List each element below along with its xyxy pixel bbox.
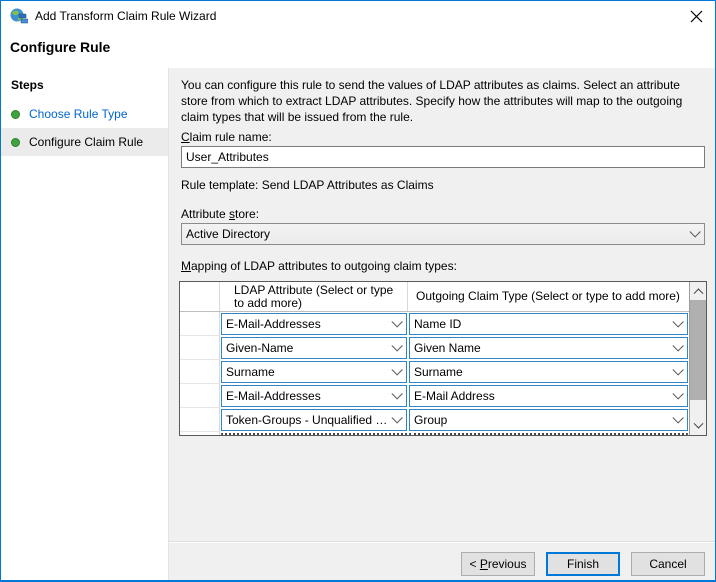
outgoing-claim-column-header[interactable]: Outgoing Claim Type (Select or type to a… [408,282,689,311]
table-row: Given-Name Given Name [180,336,689,360]
chevron-down-icon [391,388,402,399]
table-row: Token-Groups - Unqualified Names Group [180,408,689,432]
close-icon [690,10,703,23]
chevron-down-icon [391,364,402,375]
outgoing-claim-type-select[interactable]: Given Name [409,337,688,359]
chevron-down-icon [672,388,683,399]
rule-description: You can configure this rule to send the … [181,77,707,125]
table-header-row: LDAP Attribute (Select or type to add mo… [180,282,689,312]
chevron-down-icon [689,226,700,237]
attribute-store-label: Attribute store: [181,207,259,221]
ldap-attribute-select[interactable]: Token-Groups - Unqualified Names [221,409,407,431]
rule-template-text: Rule template: Send LDAP Attributes as C… [181,178,434,192]
step-bullet-icon [11,110,20,119]
outgoing-claim-type-select[interactable]: E-Mail Address [409,385,688,407]
outgoing-claim-type-select[interactable]: Surname [409,361,688,383]
new-row-claim-cell[interactable] [409,433,688,435]
title-bar: Add Transform Claim Rule Wizard [1,1,715,31]
page-header: Configure Rule [1,31,715,68]
ldap-attribute-select[interactable]: Given-Name [221,337,407,359]
row-selector-cell[interactable] [180,384,220,408]
step-label: Choose Rule Type [29,107,128,121]
chevron-down-icon [672,316,683,327]
new-row-ldap-cell[interactable] [221,433,407,435]
mapping-label: Mapping of LDAP attributes to outgoing c… [181,259,457,273]
mapping-table: LDAP Attribute (Select or type to add mo… [179,281,707,436]
table-row: E-Mail-Addresses Name ID [180,312,689,336]
ldap-attribute-column-header[interactable]: LDAP Attribute (Select or type to add mo… [220,282,408,311]
scrollbar-track[interactable] [690,401,706,418]
chevron-down-icon [391,316,402,327]
row-selector-cell[interactable] [180,336,220,360]
outgoing-claim-type-select[interactable]: Name ID [409,313,688,335]
wizard-dialog: Add Transform Claim Rule Wizard Configur… [0,0,716,582]
scroll-down-icon [693,419,703,429]
step-label: Configure Claim Rule [29,135,143,149]
table-row: E-Mail-Addresses E-Mail Address [180,384,689,408]
scroll-up-icon [693,288,703,298]
finish-button[interactable]: Finish [546,552,620,576]
steps-sidebar: Steps Choose Rule Type Configure Claim R… [1,68,169,581]
ldap-attribute-select[interactable]: E-Mail-Addresses [221,313,407,335]
step-bullet-icon [11,138,20,147]
chevron-down-icon [672,340,683,351]
steps-heading: Steps [1,74,168,100]
sidebar-item-choose-rule-type[interactable]: Choose Rule Type [1,100,168,128]
close-button[interactable] [677,1,715,31]
row-selector-cell[interactable] [180,360,220,384]
attribute-store-select[interactable]: Active Directory [181,223,705,245]
claim-rule-name-input[interactable] [181,146,705,168]
mapping-rows: E-Mail-Addresses Name ID Given-Name Give… [180,312,689,432]
scrollbar-thumb[interactable] [690,300,706,400]
row-selector-header [180,282,220,311]
claim-rule-name-label: Claim rule name: [181,130,272,144]
chevron-down-icon [391,412,402,423]
adfs-wizard-icon [10,8,28,24]
previous-button[interactable]: < Previous [461,552,535,576]
chevron-down-icon [672,364,683,375]
attribute-store-value: Active Directory [186,227,689,241]
window-title: Add Transform Claim Rule Wizard [35,9,216,23]
table-scrollbar[interactable] [689,282,706,435]
chevron-down-icon [672,412,683,423]
sidebar-item-configure-claim-rule[interactable]: Configure Claim Rule [1,128,168,156]
ldap-attribute-select[interactable]: Surname [221,361,407,383]
row-selector-cell[interactable] [180,408,220,432]
table-row: Surname Surname [180,360,689,384]
footer-separator [169,541,715,543]
scrollbar-down-button[interactable] [690,418,706,435]
main-panel: You can configure this rule to send the … [169,68,715,581]
table-new-row-partial [180,432,689,435]
page-title: Configure Rule [10,39,715,55]
outgoing-claim-type-select[interactable]: Group [409,409,688,431]
chevron-down-icon [391,340,402,351]
ldap-attribute-select[interactable]: E-Mail-Addresses [221,385,407,407]
scrollbar-up-button[interactable] [690,282,706,299]
cancel-button[interactable]: Cancel [631,552,705,576]
row-selector-cell[interactable] [180,312,220,336]
